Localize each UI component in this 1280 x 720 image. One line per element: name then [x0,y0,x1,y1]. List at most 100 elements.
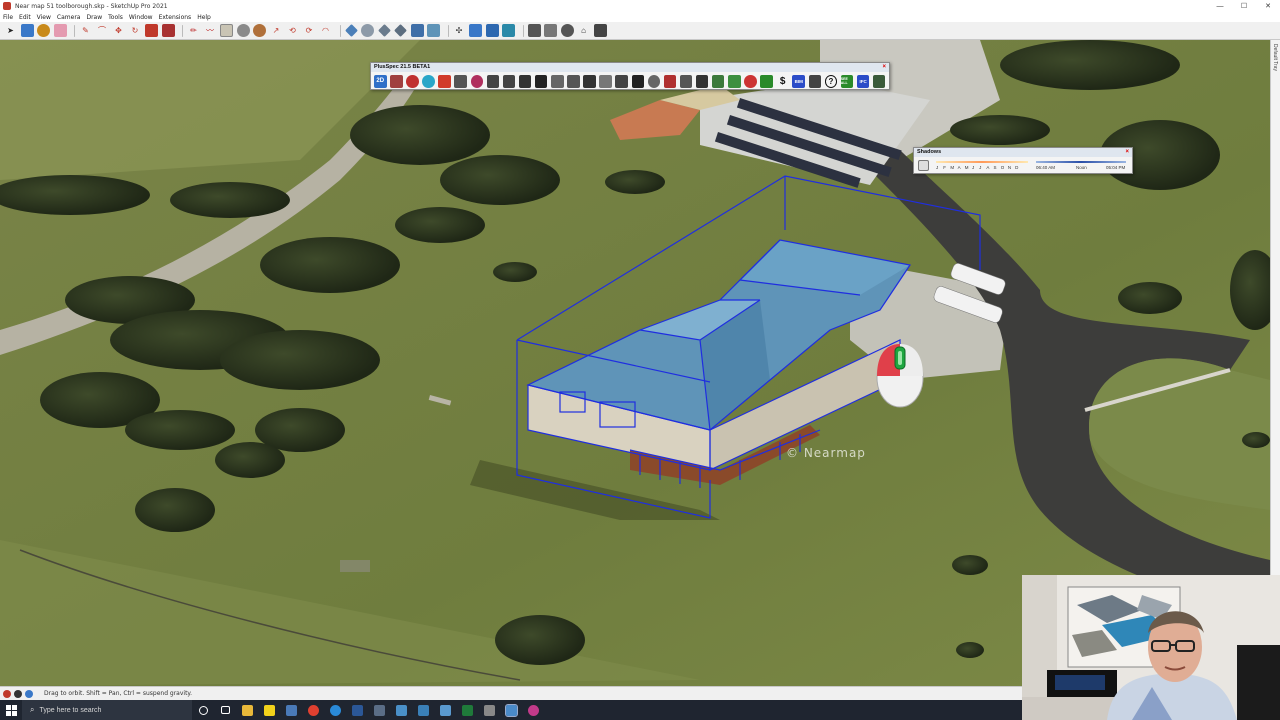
zoom-extents-icon[interactable] [502,24,515,37]
pushpull-tool-icon[interactable] [161,24,175,37]
paint-bucket-icon[interactable] [37,24,50,37]
settings-app-icon[interactable] [280,700,302,720]
task-view-icon[interactable] [214,700,236,720]
tape-measure-icon[interactable]: ⟳ [303,24,316,37]
zoom-tool-icon[interactable] [485,24,499,37]
plusspec-stair-icon[interactable] [534,74,548,88]
plusspec-brick-icon[interactable] [438,74,451,88]
layout-app-icon[interactable] [434,700,456,720]
plusspec-link-icon[interactable] [711,74,725,88]
top-view-icon[interactable] [361,24,374,37]
plusspec-wall-icon[interactable] [390,74,403,88]
home-icon[interactable]: ⌂ [577,24,590,37]
plusspec-see-all-icon[interactable]: SEE ALL [840,74,854,88]
plusspec-close-button[interactable]: × [882,63,886,72]
rectangle-tool-icon[interactable] [220,24,233,37]
menu-window[interactable]: Window [129,14,153,21]
plusspec-table-icon[interactable] [679,74,693,88]
plusspec-cost-icon[interactable] [760,74,773,88]
sketchup-app-icon-2[interactable] [412,700,434,720]
plusspec-slab-icon[interactable] [615,74,628,88]
maximize-button[interactable]: ☐ [1232,0,1256,12]
offset-tool-icon[interactable]: ⟲ [286,24,299,37]
rotate-tool-icon[interactable]: ↻ [129,24,142,37]
menu-help[interactable]: Help [197,14,211,21]
select-tool-icon[interactable]: ➤ [4,24,17,37]
minimize-button[interactable]: — [1208,0,1232,12]
file-explorer-icon[interactable] [236,700,258,720]
shadow-toggle-icon[interactable] [918,160,929,171]
plusspec-cubes-icon[interactable] [728,74,741,88]
chrome-icon[interactable] [302,700,324,720]
plusspec-door-icon[interactable] [502,74,516,88]
sketchup-app-icon[interactable] [390,700,412,720]
menu-tools[interactable]: Tools [108,14,123,21]
close-button[interactable]: ✕ [1256,0,1280,12]
plusspec-tools-icon[interactable] [470,74,484,88]
calculator-icon[interactable] [368,700,390,720]
date-slider[interactable] [936,161,1028,163]
sketchup-active-icon[interactable] [500,700,522,720]
plusspec-globe-icon[interactable] [422,74,435,88]
scale-tool-icon[interactable] [145,24,158,37]
component-tool-icon[interactable] [20,24,34,37]
move-tool-icon[interactable]: ✥ [112,24,125,37]
right-view-icon[interactable] [394,24,407,37]
menu-draw[interactable]: Draw [86,14,102,21]
iso-view-icon[interactable] [344,24,358,37]
plusspec-roof-icon[interactable] [486,74,500,88]
time-slider[interactable] [1036,161,1126,163]
pan-tool-icon[interactable] [469,24,482,37]
plusspec-help-icon[interactable]: ? [824,74,838,88]
plusspec-2d-icon[interactable]: 2D [374,74,387,88]
pencil-tool-icon[interactable]: ✏ [187,24,200,37]
excel-icon[interactable] [456,700,478,720]
follow-me-icon[interactable]: ↗ [270,24,283,37]
info-icon[interactable] [25,689,33,698]
menu-edit[interactable]: Edit [19,14,31,21]
arc-tool-icon[interactable]: ⌒ [96,24,109,37]
plusspec-house-icon[interactable] [872,74,886,88]
menu-camera[interactable]: Camera [57,14,81,21]
plusspec-bim-icon[interactable]: BIM [792,74,805,88]
eraser-icon[interactable] [53,24,67,37]
plusspec-camera-icon[interactable] [647,74,661,88]
plusspec-frame-icon[interactable] [599,74,612,88]
plusspec-ramp-icon[interactable] [631,74,644,88]
circle-tool-icon[interactable] [236,24,250,37]
cortana-icon[interactable] [192,700,214,720]
plusspec-sync-icon[interactable] [744,74,757,88]
plusspec-measure-icon[interactable] [808,74,822,88]
menu-extensions[interactable]: Extensions [159,14,192,21]
edge-icon[interactable] [324,700,346,720]
back-view-icon[interactable] [410,24,424,37]
extension-warehouse-icon[interactable] [544,24,557,37]
menu-file[interactable]: File [3,14,13,21]
plusspec-beam-icon[interactable] [567,74,580,88]
shadows-title[interactable]: Shadows × [914,148,1132,157]
taskbar-search[interactable]: ⌕ Type here to search [22,700,192,720]
plusspec-report-icon[interactable] [663,74,677,88]
freehand-tool-icon[interactable]: 〰 [204,24,217,37]
plusspec-title[interactable]: PlusSpec 21.5 BETA1 × [371,63,889,72]
front-view-icon[interactable] [377,24,391,37]
plusspec-floor-icon[interactable] [583,74,596,88]
recorder-icon[interactable] [522,700,544,720]
start-button[interactable] [0,700,22,720]
geolocation-icon[interactable] [3,689,11,698]
shadows-close-button[interactable]: × [1125,148,1129,157]
add-location-icon[interactable] [593,24,607,37]
plusspec-column-icon[interactable] [551,74,564,88]
plusspec-layers-icon[interactable] [454,74,467,88]
plusspec-window-icon[interactable] [518,74,532,88]
orbit-tool-icon[interactable]: ✣ [453,24,466,37]
plusspec-ifc-icon[interactable]: IFC [856,74,870,88]
plusspec-dollar-icon[interactable]: $ [776,75,789,88]
credits-icon[interactable] [14,689,22,698]
plusspec-grid-icon[interactable] [695,74,709,88]
word-icon[interactable] [346,700,368,720]
sticky-app-icon[interactable] [258,700,280,720]
warehouse-icon[interactable] [527,24,541,37]
polygon-tool-icon[interactable] [253,24,266,37]
line-tool-icon[interactable]: ✎ [79,24,92,37]
